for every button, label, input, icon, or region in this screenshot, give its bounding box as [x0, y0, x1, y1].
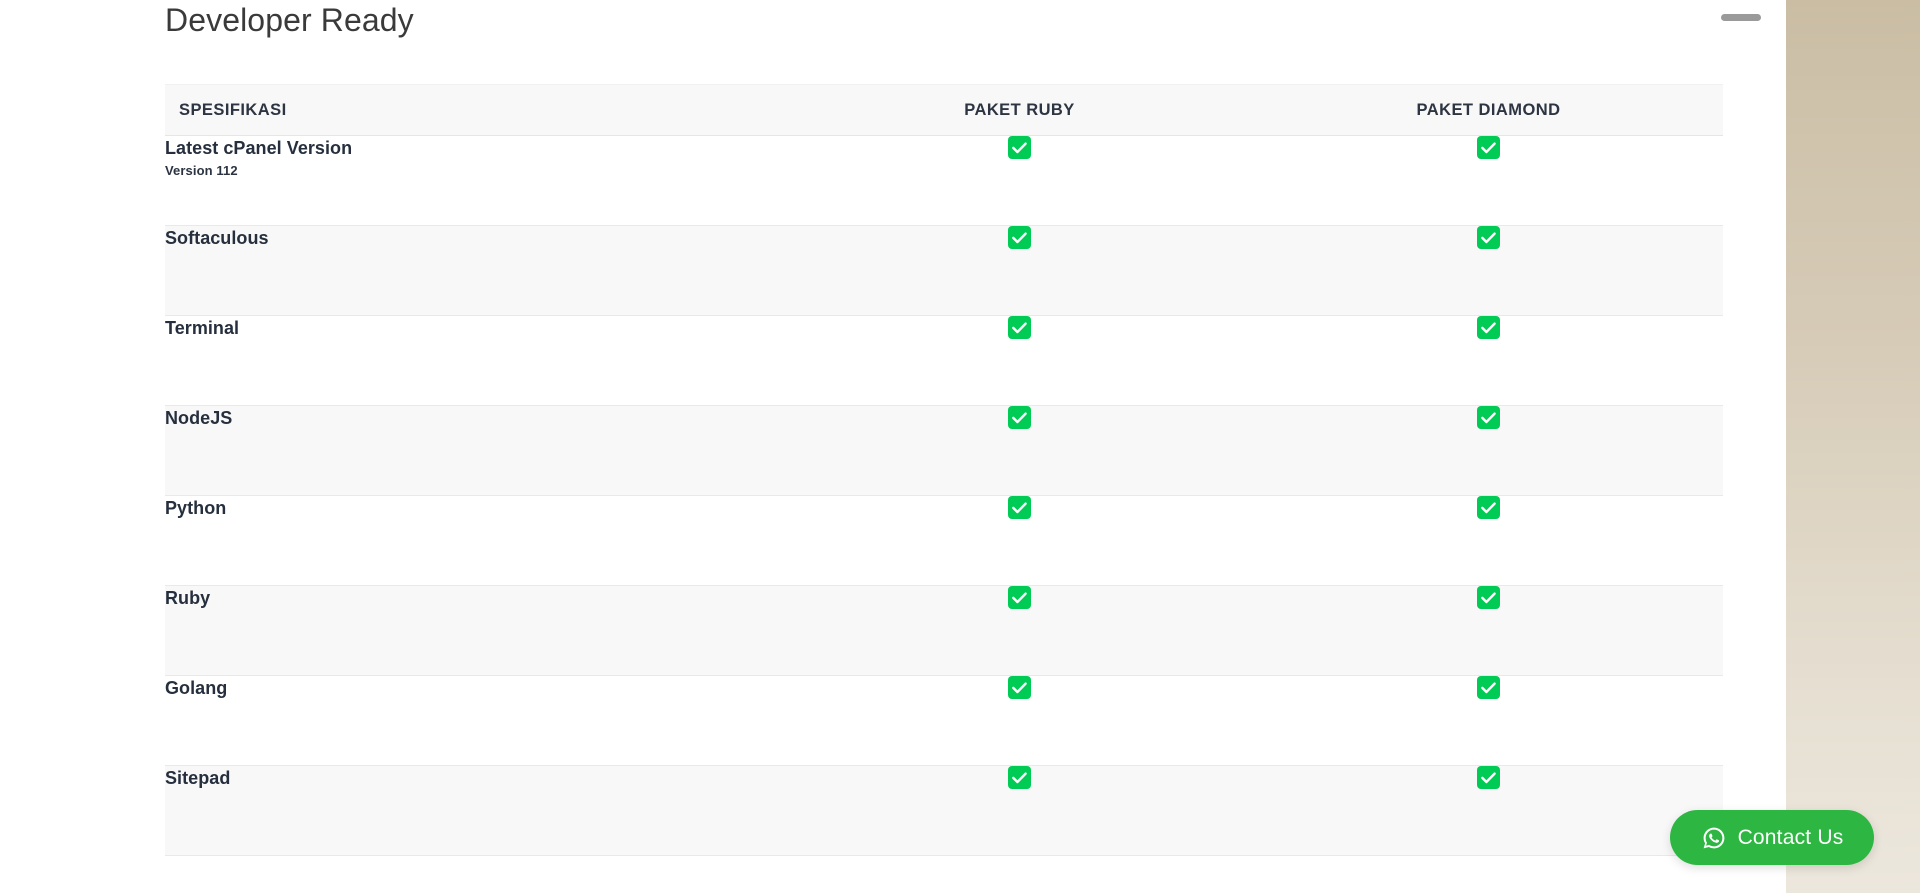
table-row: Python [165, 496, 1723, 586]
spec-name: Softaculous [165, 228, 269, 248]
cell-paket-ruby [785, 676, 1254, 766]
table-row: Ruby [165, 585, 1723, 676]
page-title: Developer Ready [165, 2, 414, 38]
cell-paket-ruby [785, 136, 1254, 226]
column-header-paket-ruby: PAKET RUBY [785, 84, 1254, 136]
table-row: Terminal [165, 316, 1723, 406]
check-icon [1008, 766, 1031, 789]
spec-name: Python [165, 498, 227, 518]
check-icon [1008, 226, 1031, 249]
spec-name: Ruby [165, 588, 211, 608]
table-row: Latest cPanel Version Version 112 [165, 136, 1723, 226]
cell-spesifikasi: Softaculous [165, 226, 785, 316]
contact-us-button[interactable]: Contact Us [1670, 810, 1874, 865]
table-row: Golang [165, 676, 1723, 766]
check-icon [1008, 406, 1031, 429]
check-icon [1477, 226, 1500, 249]
table-row: NodeJS [165, 405, 1723, 496]
check-icon [1477, 766, 1500, 789]
spec-name: Golang [165, 678, 228, 698]
check-icon [1008, 496, 1031, 519]
table-header: SPESIFIKASI PAKET RUBY PAKET DIAMOND [165, 84, 1723, 136]
spesifikasi-table-wrapper: SPESIFIKASI PAKET RUBY PAKET DIAMOND Lat… [165, 84, 1723, 856]
spec-name: Latest cPanel Version [165, 138, 353, 158]
decorative-side-panel [1786, 0, 1920, 893]
cell-paket-diamond [1254, 316, 1723, 406]
spec-name: Terminal [165, 318, 240, 338]
cell-paket-diamond [1254, 406, 1723, 496]
check-icon [1477, 586, 1500, 609]
page-root: Developer Ready SPESIFIKASI PAKET RUBY P… [0, 0, 1920, 893]
check-icon [1477, 676, 1500, 699]
column-header-paket-diamond: PAKET DIAMOND [1254, 84, 1723, 136]
cell-spesifikasi: NodeJS [165, 406, 785, 496]
table-header-row: SPESIFIKASI PAKET RUBY PAKET DIAMOND [165, 84, 1723, 136]
check-icon [1008, 316, 1031, 339]
cell-paket-ruby [785, 226, 1254, 316]
column-header-spesifikasi: SPESIFIKASI [165, 84, 785, 136]
cell-paket-ruby [785, 766, 1254, 856]
whatsapp-icon [1701, 825, 1727, 851]
check-icon [1008, 136, 1031, 159]
table-row: Softaculous [165, 225, 1723, 316]
check-icon [1008, 676, 1031, 699]
spec-name: Sitepad [165, 768, 231, 788]
cell-paket-ruby [785, 316, 1254, 406]
check-icon [1477, 406, 1500, 429]
cell-paket-diamond [1254, 586, 1723, 676]
cell-paket-ruby [785, 496, 1254, 586]
table-body: Latest cPanel Version Version 112 Softacul… [165, 136, 1723, 856]
spesifikasi-comparison-table: SPESIFIKASI PAKET RUBY PAKET DIAMOND Lat… [165, 84, 1723, 856]
contact-us-label: Contact Us [1737, 825, 1844, 849]
spec-name: NodeJS [165, 408, 233, 428]
spec-subtext: Version 112 [165, 163, 238, 178]
cell-paket-diamond [1254, 226, 1723, 316]
table-row: Sitepad [165, 765, 1723, 856]
cell-paket-ruby [785, 406, 1254, 496]
check-icon [1477, 136, 1500, 159]
check-icon [1477, 316, 1500, 339]
cell-spesifikasi: Python [165, 496, 785, 586]
cell-spesifikasi: Terminal [165, 316, 785, 406]
cell-spesifikasi: Sitepad [165, 766, 785, 856]
cell-spesifikasi: Ruby [165, 586, 785, 676]
cell-paket-ruby [785, 586, 1254, 676]
check-icon [1008, 586, 1031, 609]
scroll-handle-pill[interactable] [1721, 14, 1761, 21]
cell-paket-diamond [1254, 496, 1723, 586]
cell-paket-diamond [1254, 766, 1723, 856]
cell-paket-diamond [1254, 676, 1723, 766]
check-icon [1477, 496, 1500, 519]
cell-spesifikasi: Latest cPanel Version Version 112 [165, 136, 785, 226]
cell-spesifikasi: Golang [165, 676, 785, 766]
cell-paket-diamond [1254, 136, 1723, 226]
